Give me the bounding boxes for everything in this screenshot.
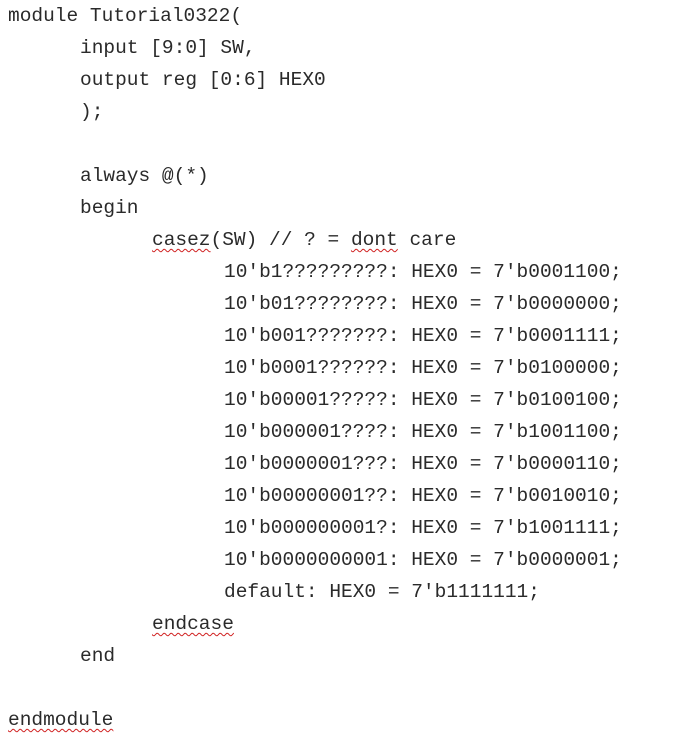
code-line: 10'b0000000001: HEX0 = 7'b0000001; <box>224 544 622 576</box>
code-line: 10'b01????????: HEX0 = 7'b0000000; <box>224 288 622 320</box>
code-line: casez(SW) // ? = dont care <box>152 224 456 256</box>
code-text: input [9:0] SW, <box>80 37 256 59</box>
code-line: 10'b0001??????: HEX0 = 7'b0100000; <box>224 352 622 384</box>
code-text: 10'b1?????????: HEX0 = 7'b0001100; <box>224 261 622 283</box>
code-text: 10'b00001?????: HEX0 = 7'b0100100; <box>224 389 622 411</box>
code-text: begin <box>80 197 139 219</box>
code-line: default: HEX0 = 7'b1111111; <box>224 576 540 608</box>
code-line: 10'b1?????????: HEX0 = 7'b0001100; <box>224 256 622 288</box>
code-line: 10'b00001?????: HEX0 = 7'b0100100; <box>224 384 622 416</box>
code-line: 10'b00000001??: HEX0 = 7'b0010010; <box>224 480 622 512</box>
spellcheck-flagged-word: casez <box>152 229 211 251</box>
code-text: care <box>397 229 457 251</box>
code-line: ); <box>80 96 103 128</box>
code-line: input [9:0] SW, <box>80 32 256 64</box>
code-line: always @(*) <box>80 160 209 192</box>
code-line: end <box>80 640 115 672</box>
code-text: 10'b0000001???: HEX0 = 7'b0000110; <box>224 453 622 475</box>
code-text: always @(*) <box>80 165 209 187</box>
spellcheck-flagged-word: endcase <box>152 613 234 635</box>
code-text: 10'b000001????: HEX0 = 7'b1001100; <box>224 421 622 443</box>
code-text: default: HEX0 = 7'b1111111; <box>224 581 540 603</box>
code-text: 10'b0001??????: HEX0 = 7'b0100000; <box>224 357 622 379</box>
code-text: module Tutorial0322( <box>8 5 243 27</box>
code-line: 10'b001???????: HEX0 = 7'b0001111; <box>224 320 622 352</box>
code-text: end <box>80 645 116 667</box>
code-line: endcase <box>152 608 234 640</box>
code-text: 10'b001???????: HEX0 = 7'b0001111; <box>224 325 622 347</box>
code-line: 10'b000001????: HEX0 = 7'b1001100; <box>224 416 622 448</box>
document-page: module Tutorial0322( input [9:0] SW, outpu… <box>0 0 686 740</box>
code-line: endmodule <box>8 704 113 736</box>
code-text: ); <box>80 101 104 123</box>
code-line: output reg [0:6] HEX0 <box>80 64 326 96</box>
code-line: begin <box>80 192 139 224</box>
code-text: 10'b000000001?: HEX0 = 7'b1001111; <box>224 517 622 539</box>
code-text: 10'b00000001??: HEX0 = 7'b0010010; <box>224 485 622 507</box>
code-text: 10'b0000000001: HEX0 = 7'b0000001; <box>224 549 622 571</box>
code-text: output reg [0:6] HEX0 <box>80 69 326 91</box>
code-line: 10'b0000001???: HEX0 = 7'b0000110; <box>224 448 622 480</box>
code-line: module Tutorial0322( <box>8 0 242 32</box>
code-line: 10'b000000001?: HEX0 = 7'b1001111; <box>224 512 622 544</box>
spellcheck-flagged-word: endmodule <box>8 709 114 731</box>
spellcheck-flagged-word: dont <box>350 229 398 251</box>
code-text: 10'b01????????: HEX0 = 7'b0000000; <box>224 293 622 315</box>
code-text: (SW) // ? = <box>210 229 351 251</box>
